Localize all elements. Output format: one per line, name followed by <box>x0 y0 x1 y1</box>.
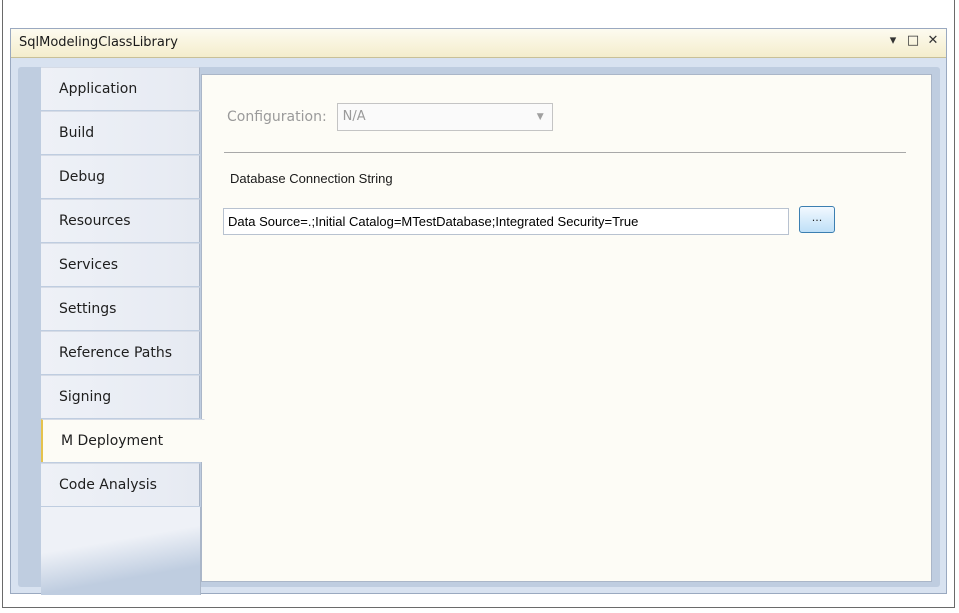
maximize-icon[interactable]: □ <box>906 33 920 48</box>
connection-string-input[interactable]: Data Source=.;Initial Catalog=MTestDatab… <box>223 208 789 235</box>
tab-resources[interactable]: Resources <box>41 199 200 242</box>
divider <box>224 152 906 153</box>
window-controls: ▾ □ ✕ <box>886 33 940 48</box>
browse-button[interactable]: ... <box>799 206 835 233</box>
m-deployment-panel: Configuration: N/A ▼ Database Connection… <box>201 74 932 582</box>
configuration-select[interactable]: N/A ▼ <box>336 103 553 131</box>
tab-signing[interactable]: Signing <box>41 375 200 418</box>
connection-string-label: Database Connection String <box>230 171 393 186</box>
configuration-row: Configuration: N/A ▼ <box>227 103 553 131</box>
configuration-label: Configuration: <box>227 109 327 125</box>
tab-code-analysis[interactable]: Code Analysis <box>41 463 200 506</box>
tabs-tail <box>41 507 201 595</box>
tab-m-deployment[interactable]: M Deployment <box>41 419 205 462</box>
tab-settings[interactable]: Settings <box>41 287 200 330</box>
configuration-value: N/A <box>342 109 366 124</box>
title-bar: SqlModelingClassLibrary ▾ □ ✕ <box>11 29 946 58</box>
tab-reference-paths[interactable]: Reference Paths <box>41 331 200 374</box>
property-tabs: Application Build Debug Resources Servic… <box>41 67 205 595</box>
tab-debug[interactable]: Debug <box>41 155 200 198</box>
tab-application[interactable]: Application <box>41 67 200 110</box>
dropdown-icon[interactable]: ▾ <box>886 33 900 48</box>
chevron-down-icon: ▼ <box>536 112 544 122</box>
tab-services[interactable]: Services <box>41 243 200 286</box>
project-properties-window: SqlModelingClassLibrary ▾ □ ✕ Applicatio… <box>10 28 947 595</box>
close-icon[interactable]: ✕ <box>926 33 940 48</box>
tab-build[interactable]: Build <box>41 111 200 154</box>
window-title: SqlModelingClassLibrary <box>19 35 178 50</box>
